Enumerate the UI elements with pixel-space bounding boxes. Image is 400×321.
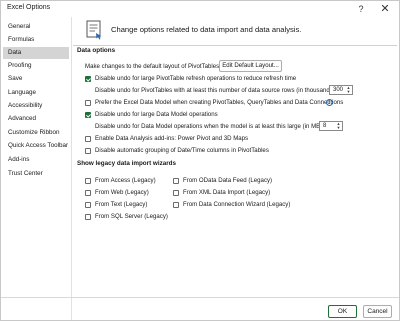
legacy-odata-label: From OData Data Feed (Legacy) (183, 177, 273, 184)
sidebar-item-language[interactable]: Language (3, 87, 69, 99)
legacy-connection-wizard-label: From Data Connection Wizard (Legacy) (183, 201, 291, 208)
cancel-button[interactable]: Cancel (363, 305, 392, 318)
model-size-label: Disable undo for Data Model operations w… (95, 123, 324, 130)
section-title-legacy: Show legacy data import wizards (77, 160, 177, 167)
sidebar-item-formulas[interactable]: Formulas (3, 34, 69, 46)
edit-default-layout-button[interactable]: Edit Default Layout... (219, 60, 282, 72)
legacy-text-checkbox[interactable] (85, 202, 91, 208)
legacy-sql-checkbox[interactable] (85, 214, 91, 220)
disable-grouping-label: Disable automatic grouping of Date/Time … (95, 147, 269, 154)
legacy-sql-label: From SQL Server (Legacy) (95, 213, 168, 220)
undo-rows-value: 300 (333, 87, 344, 93)
legacy-web-checkbox[interactable] (85, 190, 91, 196)
sidebar-item-accessibility[interactable]: Accessibility (3, 100, 69, 112)
section-title-data-options: Data options (77, 47, 116, 54)
legacy-connection-wizard-checkbox[interactable] (173, 202, 179, 208)
header-divider (73, 45, 397, 46)
excel-options-window: Excel Options ? ✕ General Formulas Data … (0, 0, 400, 321)
disable-undo-model-label: Disable undo for large Data Model operat… (95, 111, 218, 118)
window-title: Excel Options (7, 4, 51, 11)
disable-undo-pivot-label: Disable undo for large PivotTable refres… (95, 75, 297, 82)
undo-rows-spinner[interactable]: 300 ▲ ▼ (329, 85, 353, 95)
undo-rows-label: Disable undo for PivotTables with at lea… (95, 87, 337, 94)
close-icon[interactable]: ✕ (377, 2, 393, 16)
legacy-access-checkbox[interactable] (85, 178, 91, 184)
disable-grouping-checkbox[interactable] (85, 148, 91, 154)
scrollbar[interactable] (394, 45, 398, 311)
footer-divider (1, 297, 399, 298)
model-size-spinner[interactable]: 8 ▲ ▼ (319, 121, 343, 131)
legacy-web-label: From Web (Legacy) (95, 189, 149, 196)
disable-undo-pivot-checkbox[interactable] (85, 76, 91, 82)
sidebar-item-trust-center[interactable]: Trust Center (3, 168, 69, 180)
sidebar-item-save[interactable]: Save (3, 73, 69, 85)
legacy-xml-label: From XML Data Import (Legacy) (183, 189, 271, 196)
ok-button[interactable]: OK (328, 305, 357, 318)
sidebar-item-advanced[interactable]: Advanced (3, 113, 69, 125)
legacy-xml-checkbox[interactable] (173, 190, 179, 196)
page-header: Change options related to data import an… (85, 19, 385, 43)
title-bar: Excel Options ? ✕ (1, 1, 399, 17)
disable-undo-model-checkbox[interactable] (85, 112, 91, 118)
model-size-value: 8 (323, 123, 327, 129)
sidebar-item-general[interactable]: General (3, 21, 69, 33)
sidebar-item-proofing[interactable]: Proofing (3, 60, 69, 72)
legacy-access-label: From Access (Legacy) (95, 177, 156, 184)
spinner-arrows-icon[interactable]: ▲ ▼ (346, 86, 351, 94)
sidebar: General Formulas Data Proofing Save Lang… (1, 17, 72, 320)
page-description: Change options related to data import an… (111, 25, 302, 34)
legacy-text-label: From Text (Legacy) (95, 201, 148, 208)
enable-addins-checkbox[interactable] (85, 136, 91, 142)
main-panel: Change options related to data import an… (73, 17, 399, 297)
sidebar-item-quick-access-toolbar[interactable]: Quick Access Toolbar (3, 140, 69, 152)
legacy-odata-checkbox[interactable] (173, 178, 179, 184)
spinner-arrows-icon[interactable]: ▲ ▼ (336, 122, 341, 130)
prefer-data-model-label: Prefer the Excel Data Model when creatin… (95, 99, 344, 106)
help-icon[interactable]: ? (353, 2, 369, 16)
sidebar-item-data[interactable]: Data (3, 47, 69, 59)
data-options-icon (86, 20, 101, 40)
enable-addins-label: Enable Data Analysis add-ins: Power Pivo… (95, 135, 249, 142)
sidebar-item-customize-ribbon[interactable]: Customize Ribbon (3, 127, 69, 139)
info-icon[interactable]: i (326, 99, 333, 106)
prefer-data-model-checkbox[interactable] (85, 100, 91, 106)
default-layout-label: Make changes to the default layout of Pi… (85, 63, 221, 70)
sidebar-item-add-ins[interactable]: Add-ins (3, 154, 69, 166)
